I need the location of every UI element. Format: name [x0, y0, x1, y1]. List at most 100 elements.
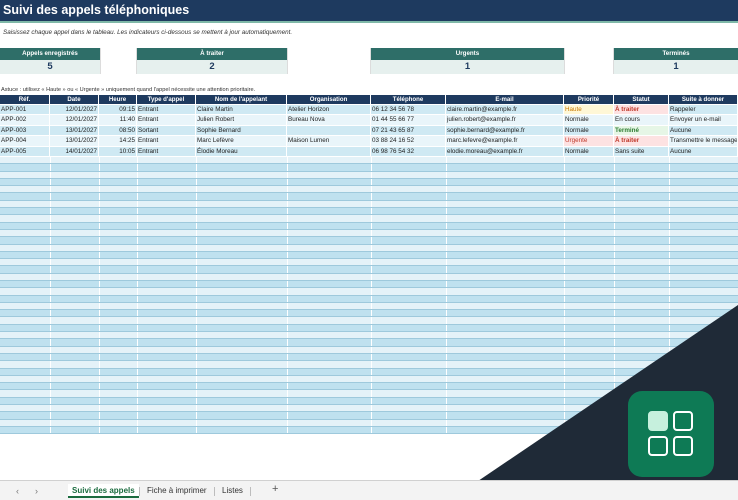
empty-row[interactable] — [0, 288, 738, 296]
empty-row[interactable] — [0, 353, 738, 362]
cell-organisation[interactable] — [287, 125, 371, 136]
empty-row[interactable] — [0, 251, 738, 260]
cell-ref[interactable]: APP-002 — [0, 115, 50, 125]
cell-ref[interactable]: APP-004 — [0, 136, 50, 146]
cell-heure[interactable]: 08:50 — [99, 125, 137, 136]
cell-nom[interactable]: Sophie Bernard — [196, 125, 287, 136]
cell-suite[interactable]: Aucune — [669, 146, 738, 156]
cell-email[interactable]: julien.robert@example.fr — [446, 115, 564, 125]
cell-suite[interactable]: Aucune — [669, 125, 738, 136]
cell-priorite[interactable]: Haute — [564, 105, 614, 115]
cell-date[interactable]: 13/01/2027 — [50, 125, 99, 136]
empty-row[interactable] — [0, 222, 738, 230]
empty-row[interactable] — [0, 237, 738, 245]
cell-ref[interactable]: APP-003 — [0, 125, 50, 136]
empty-row[interactable] — [0, 281, 738, 289]
tab-fiche-a-imprimer[interactable]: Fiche à imprimer — [143, 484, 211, 498]
column-header-priorite[interactable]: Priorité — [564, 95, 614, 104]
empty-row[interactable] — [0, 244, 738, 252]
empty-row[interactable] — [0, 383, 738, 391]
cell-suite[interactable]: Rappeler — [669, 105, 738, 115]
kpi-appels-enregistres[interactable]: Appels enregistrés 5 — [0, 48, 100, 74]
cell-heure[interactable]: 14:25 — [99, 136, 137, 146]
cell-heure[interactable]: 11:40 — [99, 115, 137, 125]
empty-row[interactable] — [0, 368, 738, 376]
empty-row[interactable] — [0, 361, 738, 369]
cell-statut[interactable]: À traiter — [614, 105, 669, 115]
previous-sheet-icon[interactable]: ‹ — [16, 486, 19, 496]
cell-telephone[interactable]: 06 98 76 54 32 — [371, 146, 446, 156]
cell-date[interactable]: 14/01/2027 — [50, 146, 99, 156]
cell-telephone[interactable]: 06 12 34 56 78 — [371, 105, 446, 115]
empty-row[interactable] — [0, 186, 738, 194]
cell-priorite[interactable]: Urgente — [564, 136, 614, 146]
column-header-ref[interactable]: Réf. — [0, 95, 50, 104]
cell-date[interactable]: 12/01/2027 — [50, 105, 99, 115]
empty-row[interactable] — [0, 273, 738, 281]
cell-organisation[interactable] — [287, 146, 371, 156]
cell-statut[interactable]: À traiter — [614, 136, 669, 146]
cell-ref[interactable]: APP-005 — [0, 146, 50, 156]
cell-suite[interactable]: Envoyer un e-mail — [669, 115, 738, 125]
empty-row[interactable] — [0, 324, 738, 333]
cell-email[interactable]: elodie.moreau@example.fr — [446, 146, 564, 156]
cell-date[interactable]: 13/01/2027 — [50, 136, 99, 146]
empty-row[interactable] — [0, 229, 738, 238]
cell-nom[interactable]: Élodie Moreau — [196, 146, 287, 156]
empty-row[interactable] — [0, 178, 738, 187]
column-header-type[interactable]: Type d'appel — [137, 95, 196, 104]
cell-ref[interactable]: APP-001 — [0, 105, 50, 115]
next-sheet-icon[interactable]: › — [35, 486, 38, 496]
empty-row[interactable] — [0, 200, 738, 209]
cell-priorite[interactable]: Normale — [564, 115, 614, 125]
table-row[interactable]: APP-002 12/01/2027 11:40 Entrant Julien … — [0, 115, 738, 126]
table-row[interactable]: APP-003 13/01/2027 08:50 Sortant Sophie … — [0, 125, 738, 137]
empty-row[interactable] — [0, 156, 738, 165]
cell-telephone[interactable]: 01 44 55 66 77 — [371, 115, 446, 125]
empty-row[interactable] — [0, 317, 738, 325]
column-header-date[interactable]: Date — [50, 95, 99, 104]
tab-suivi-des-appels[interactable]: Suivi des appels — [68, 484, 139, 498]
empty-row[interactable] — [0, 332, 738, 340]
empty-row[interactable] — [0, 310, 738, 318]
empty-row[interactable] — [0, 259, 738, 267]
table-row[interactable]: APP-005 14/01/2027 10:05 Entrant Élodie … — [0, 146, 738, 157]
cell-nom[interactable]: Claire Martin — [196, 105, 287, 115]
empty-row[interactable] — [0, 215, 738, 223]
cell-telephone[interactable]: 03 88 24 16 52 — [371, 136, 446, 146]
empty-row[interactable] — [0, 302, 738, 311]
cell-nom[interactable]: Marc Lefèvre — [196, 136, 287, 146]
cell-statut[interactable]: En cours — [614, 115, 669, 125]
cell-date[interactable]: 12/01/2027 — [50, 115, 99, 125]
cell-organisation[interactable]: Maison Lumen — [287, 136, 371, 146]
cell-statut[interactable]: Terminé — [614, 125, 669, 136]
kpi-a-traiter[interactable]: À traiter 2 — [137, 48, 287, 74]
cell-email[interactable]: sophie.bernard@example.fr — [446, 125, 564, 136]
cell-nom[interactable]: Julien Robert — [196, 115, 287, 125]
empty-row[interactable] — [0, 339, 738, 347]
column-header-telephone[interactable]: Téléphone — [371, 95, 446, 104]
cell-priorite[interactable]: Normale — [564, 125, 614, 136]
column-header-email[interactable]: E-mail — [446, 95, 564, 104]
add-sheet-button[interactable]: + — [272, 483, 278, 495]
empty-row[interactable] — [0, 375, 738, 384]
cell-type[interactable]: Sortant — [137, 125, 196, 136]
cell-suite[interactable]: Transmettre le message — [669, 136, 738, 146]
column-header-organisation[interactable]: Organisation — [287, 95, 371, 104]
empty-row[interactable] — [0, 266, 738, 274]
cell-type[interactable]: Entrant — [137, 136, 196, 146]
cell-type[interactable]: Entrant — [137, 105, 196, 115]
column-header-heure[interactable]: Heure — [99, 95, 137, 104]
cell-statut[interactable]: Sans suite — [614, 146, 669, 156]
tab-listes[interactable]: Listes — [218, 484, 247, 498]
cell-type[interactable]: Entrant — [137, 146, 196, 156]
cell-organisation[interactable]: Atelier Horizon — [287, 105, 371, 115]
empty-row[interactable] — [0, 295, 738, 303]
table-row[interactable]: APP-001 12/01/2027 09:15 Entrant Claire … — [0, 105, 738, 116]
table-row[interactable]: APP-004 13/01/2027 14:25 Entrant Marc Le… — [0, 136, 738, 147]
kpi-termines[interactable]: Terminés 1 — [614, 48, 738, 74]
empty-row[interactable] — [0, 171, 738, 179]
empty-row[interactable] — [0, 164, 738, 172]
cell-priorite[interactable]: Normale — [564, 146, 614, 156]
cell-telephone[interactable]: 07 21 43 65 87 — [371, 125, 446, 136]
